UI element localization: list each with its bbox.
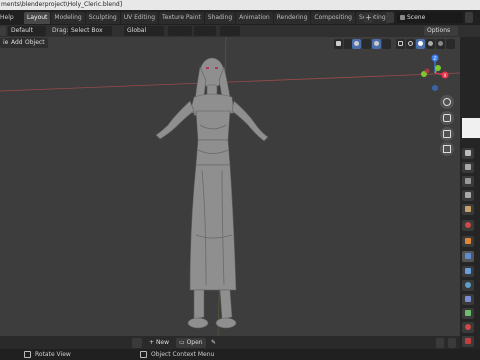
camera-view-icon[interactable] <box>440 127 454 141</box>
orientation-value: Default <box>11 27 33 34</box>
rendered-shading-icon[interactable] <box>436 39 445 49</box>
gizmo-toggle-icon[interactable] <box>352 39 361 49</box>
x-axis-label: X <box>443 73 446 79</box>
overlay-toggle-icon[interactable] <box>372 39 381 49</box>
status-hint-rotate: Rotate View <box>35 351 71 358</box>
drag-value: Select Box <box>71 27 103 34</box>
viewport-header: Default Drag: Select Box Global Options <box>0 25 480 37</box>
constraints-properties-icon[interactable] <box>462 294 474 305</box>
perspective-toggle-icon[interactable] <box>440 142 454 156</box>
top-bar: Help Layout Modeling Sculpting UV Editin… <box>0 10 480 25</box>
editor-type-button[interactable] <box>0 26 6 36</box>
wireframe-shading-icon[interactable] <box>406 39 415 49</box>
tab-animation[interactable]: Animation <box>236 12 273 24</box>
texture-properties-icon[interactable] <box>462 336 474 347</box>
3d-viewport[interactable] <box>0 37 460 336</box>
tab-shading[interactable]: Shading <box>204 12 236 24</box>
z-axis-label: Z <box>433 56 436 62</box>
render-properties-icon[interactable] <box>462 162 474 173</box>
neg-z-axis-handle[interactable] <box>432 85 438 91</box>
neg-x-axis-handle[interactable] <box>424 68 430 74</box>
tab-modeling[interactable]: Modeling <box>51 12 85 24</box>
tab-uv-editing[interactable]: UV Editing <box>120 12 159 24</box>
material-shading-icon[interactable] <box>426 39 435 49</box>
properties-editor-header[interactable] <box>462 118 480 138</box>
face-marking <box>206 67 209 69</box>
navigation-gizmo[interactable]: X Z <box>416 52 454 94</box>
xray-toggle-icon[interactable] <box>396 39 405 49</box>
modifier-properties-icon[interactable] <box>462 251 474 262</box>
viewport-menu-row: iew Add Object <box>0 37 460 49</box>
window-title: ments\blenderproject\Holy_Cleric.blend] <box>0 0 480 10</box>
status-bar: Rotate View Object Context Menu <box>0 349 480 360</box>
scene-data-icon <box>400 15 405 20</box>
physics-properties-icon[interactable] <box>462 280 474 291</box>
data-properties-icon[interactable] <box>462 308 474 319</box>
fake-user-icon[interactable] <box>436 338 444 348</box>
scene-icon[interactable] <box>386 12 394 23</box>
face-marking-right <box>215 67 218 69</box>
pan-hand-icon[interactable] <box>440 111 454 125</box>
tool-properties-icon[interactable] <box>462 148 474 159</box>
mouse-right-icon <box>140 351 147 358</box>
pin-icon[interactable]: ✎ <box>208 338 219 348</box>
unlink-icon[interactable] <box>448 338 456 348</box>
pivot-dropdown[interactable] <box>168 26 192 36</box>
object-visibility-icon[interactable] <box>334 39 343 49</box>
scene-name: Scene <box>407 14 426 21</box>
status-hint-context: Object Context Menu <box>151 351 215 358</box>
plus-icon: + <box>149 339 156 346</box>
editor-type-icon[interactable] <box>132 338 142 348</box>
shading-group <box>396 39 455 49</box>
workspace-tabs: Layout Modeling Sculpting UV Editing Tex… <box>24 12 389 25</box>
shading-options-dropdown[interactable] <box>446 39 455 49</box>
timeline-header: + New ▭ Open ✎ <box>0 336 460 349</box>
overlay-group <box>372 39 391 49</box>
drag-label: Drag: <box>52 27 69 34</box>
scene-properties-icon[interactable] <box>462 204 474 215</box>
particles-properties-icon[interactable] <box>462 266 474 277</box>
scene-copy-button[interactable] <box>465 12 473 23</box>
tab-sculpting[interactable]: Sculpting <box>85 12 120 24</box>
gizmo-group <box>352 39 371 49</box>
options-label: Options <box>427 27 451 34</box>
open-label: Open <box>186 339 203 346</box>
tab-compositing[interactable]: Compositing <box>311 12 355 24</box>
y-axis-handle[interactable] <box>435 65 441 71</box>
proportional-edit-toggle[interactable] <box>220 26 240 36</box>
drag-dropdown[interactable]: Select Box <box>68 26 112 36</box>
new-button[interactable]: + New <box>146 338 172 348</box>
snap-toggle[interactable] <box>194 26 216 36</box>
options-dropdown[interactable]: Options <box>424 26 458 36</box>
transform-orientation-value: Global <box>127 27 147 34</box>
tab-texture-paint[interactable]: Texture Paint <box>159 12 204 24</box>
scene-name-field[interactable]: Scene <box>397 12 463 23</box>
menu-object[interactable]: Object <box>22 38 48 48</box>
menu-help[interactable]: Help <box>0 10 14 25</box>
view-layer-properties-icon[interactable] <box>462 190 474 201</box>
zoom-icon[interactable] <box>440 95 454 109</box>
material-properties-icon[interactable] <box>462 322 474 333</box>
overlay-dropdown[interactable] <box>382 39 391 49</box>
object-properties-icon[interactable] <box>462 236 474 247</box>
tab-layout[interactable]: Layout <box>24 12 51 24</box>
mouse-middle-icon <box>24 351 31 358</box>
orientation-dropdown[interactable]: Default <box>8 26 46 36</box>
visibility-group <box>334 39 353 49</box>
open-button[interactable]: ▭ Open <box>176 338 206 348</box>
solid-shading-icon[interactable] <box>416 39 425 49</box>
open-folder-icon: ▭ <box>179 339 187 346</box>
add-workspace-button[interactable]: + <box>364 13 373 23</box>
world-properties-icon[interactable] <box>462 220 474 231</box>
character-model[interactable] <box>150 55 280 335</box>
transform-orientation-dropdown[interactable]: Global <box>124 26 164 36</box>
new-label: New <box>155 339 170 346</box>
output-properties-icon[interactable] <box>462 176 474 187</box>
scene-selector: Scene <box>386 12 480 23</box>
tab-rendering[interactable]: Rendering <box>273 12 311 24</box>
gizmo-dropdown[interactable] <box>362 39 371 49</box>
